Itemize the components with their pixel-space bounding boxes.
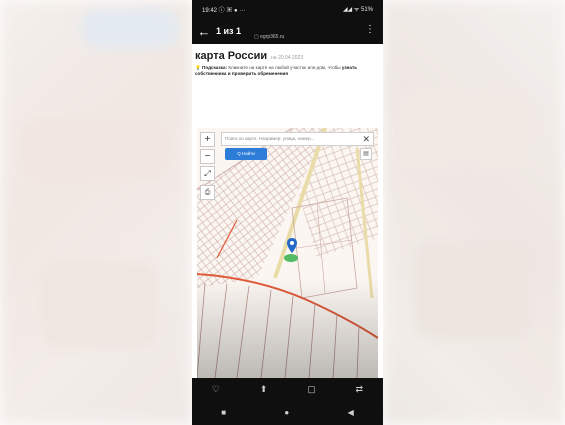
- rotate-icon[interactable]: ⇄: [356, 384, 364, 395]
- page-date: на 20.04.2023: [271, 55, 304, 61]
- close-icon[interactable]: ✕: [362, 133, 370, 145]
- zoom-in-button[interactable]: +: [200, 132, 215, 147]
- cadastral-map[interactable]: + − ⤢ ⎙ Поиск по карте. Например: улица,…: [197, 128, 378, 378]
- blurred-background-left: [0, 0, 192, 425]
- page-title: карта России на 20.04.2023: [195, 50, 303, 62]
- viewer-actions: ♡ ⬆ ▢ ⇄: [192, 384, 383, 395]
- phone-screen: 19:42 ⓘ ▣ ● ··· ◢◢ ᯤ 51% ← 1 из 1 ▢ egrp…: [192, 0, 383, 425]
- app-bar: ← 1 из 1 ▢ egrp365.ru ⋮: [192, 18, 383, 44]
- app-bar-subtitle: ▢ egrp365.ru: [254, 34, 285, 40]
- layers-icon[interactable]: ▤: [360, 148, 372, 160]
- status-icons: ◢◢ ᯤ 51%: [342, 7, 373, 13]
- recents-icon[interactable]: ■: [221, 408, 226, 417]
- hint-label: Подсказка:: [202, 65, 228, 70]
- fullscreen-button[interactable]: ⤢: [200, 166, 215, 181]
- blurred-background-right: [383, 0, 565, 425]
- hint-text: 💡 Подсказка: Кликните на карте на любой …: [195, 65, 379, 77]
- page-title-text: карта России: [195, 50, 268, 62]
- favorite-icon[interactable]: ♡: [212, 384, 220, 395]
- search-button[interactable]: Q Найти: [225, 148, 267, 160]
- zoom-out-button[interactable]: −: [200, 149, 215, 164]
- screen: 19:42 ⓘ ▣ ● ··· ◢◢ ᯤ 51% ← 1 из 1 ▢ egrp…: [0, 0, 565, 425]
- crop-icon[interactable]: ▢: [307, 384, 316, 395]
- back-arrow-icon[interactable]: ←: [192, 24, 216, 39]
- location-marker-icon[interactable]: [287, 238, 297, 254]
- search-placeholder: Поиск по карте. Например: улица, номер..…: [225, 136, 315, 141]
- web-content: карта России на 20.04.2023 💡 Подсказка: К…: [192, 44, 383, 378]
- share-icon[interactable]: ⬆: [260, 384, 268, 395]
- back-icon[interactable]: ◀: [348, 408, 354, 417]
- status-bar: 19:42 ⓘ ▣ ● ··· ◢◢ ᯤ 51%: [192, 0, 383, 18]
- more-options-icon[interactable]: ⋮: [365, 24, 375, 35]
- home-icon[interactable]: ●: [284, 408, 289, 417]
- page-counter-title: 1 из 1: [216, 26, 242, 36]
- map-search-input[interactable]: Поиск по карте. Например: улица, номер..…: [221, 132, 374, 146]
- selected-plot-icon: [284, 254, 298, 262]
- system-nav: ■ ● ◀: [192, 408, 383, 417]
- status-time: 19:42 ⓘ ▣ ● ···: [202, 7, 246, 14]
- hint-body: Кликните на карте на любой участок или д…: [228, 65, 342, 70]
- print-button[interactable]: ⎙: [200, 185, 215, 200]
- bottom-navigation: ♡ ⬆ ▢ ⇄ ■ ● ◀: [192, 378, 383, 425]
- lightbulb-icon: 💡: [195, 65, 201, 70]
